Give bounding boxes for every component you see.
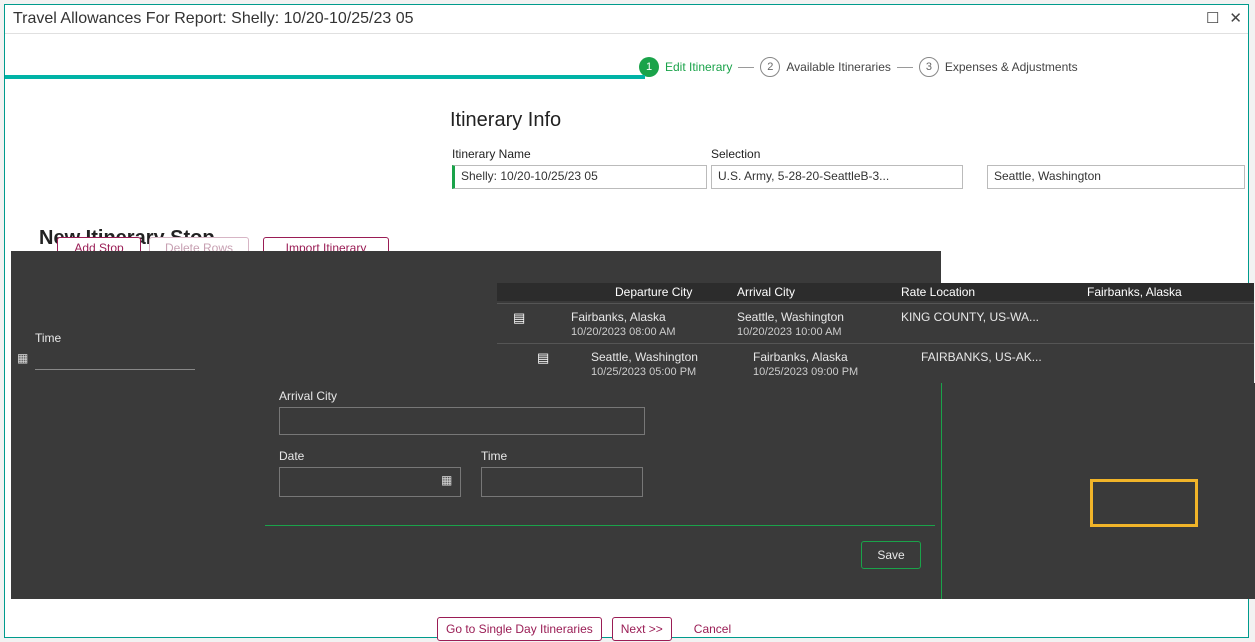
document-icon[interactable]: ▤ (537, 350, 549, 366)
arrival-cell: Fairbanks, Alaska 10/25/2023 09:00 PM (753, 350, 859, 378)
arrival-time-input[interactable] (481, 467, 643, 497)
header-divider (5, 75, 645, 79)
itinerary-name-label: Itinerary Name (452, 147, 531, 161)
calendar-icon[interactable]: ▦ (441, 473, 452, 487)
departure-cell: Fairbanks, Alaska 10/20/2023 08:00 AM (571, 310, 676, 338)
calendar-icon[interactable]: ▦ (17, 351, 28, 365)
wizard-steps: 1 Edit Itinerary 2 Available Itineraries… (639, 57, 1078, 77)
date-input[interactable] (279, 467, 461, 497)
arrival-cell: Seattle, Washington 10/20/2023 10:00 AM (737, 310, 844, 338)
wizard-step-expenses-adjustments[interactable]: 3 Expenses & Adjustments (918, 57, 1078, 77)
step-label: Available Itineraries (786, 60, 891, 74)
header-departure-city[interactable]: Departure City (615, 285, 692, 299)
window-controls: ☐ ✕ (1206, 9, 1242, 27)
selection-label: Selection (711, 147, 761, 161)
step-number: 2 (760, 57, 781, 77)
selection-input[interactable]: U.S. Army, 5-28-20-SeattleB-3... (711, 165, 963, 189)
cancel-link[interactable]: Cancel (682, 622, 743, 636)
window-title: Travel Allowances For Report: Shelly: 10… (13, 10, 414, 27)
focus-highlight[interactable] (1090, 479, 1198, 527)
itinerary-name-input[interactable]: Shelly: 10/20-10/25/23 05 (452, 165, 707, 189)
step-connector (738, 66, 755, 68)
step-label: Edit Itinerary (665, 60, 733, 74)
maximize-icon[interactable]: ☐ (1206, 9, 1219, 27)
arrival-city-label: Arrival City (279, 389, 338, 403)
single-day-itineraries-button[interactable]: Go to Single Day Itineraries (437, 617, 602, 641)
departure-cell: Seattle, Washington 10/25/2023 05:00 PM (591, 350, 698, 378)
arrival-city-input[interactable] (279, 407, 645, 435)
step-number: 1 (639, 57, 659, 77)
details-panel (941, 383, 1255, 599)
table-row[interactable]: ▤ Seattle, Washington 10/25/2023 05:00 P… (497, 343, 1254, 380)
itinerary-info-title: Itinerary Info (450, 109, 562, 131)
footer-actions: Go to Single Day Itineraries Next >> Can… (437, 617, 743, 641)
rate-location-cell: FAIRBANKS, US-AK... (921, 350, 1042, 364)
time-input[interactable] (35, 347, 195, 370)
header-rate-location[interactable]: Rate Location (901, 285, 975, 299)
next-button[interactable]: Next >> (611, 617, 672, 641)
time-label: Time (35, 331, 62, 345)
table-header: Departure City Arrival City Rate Locatio… (497, 283, 1254, 301)
wizard-step-edit-itinerary[interactable]: 1 Edit Itinerary (639, 57, 732, 77)
rate-location-input[interactable]: Seattle, Washington (987, 165, 1245, 189)
itinerary-table: Departure City Arrival City Rate Locatio… (497, 283, 1254, 383)
title-bar: Travel Allowances For Report: Shelly: 10… (5, 5, 1248, 34)
wizard-step-available-itineraries[interactable]: 2 Available Itineraries (760, 57, 891, 77)
save-button[interactable]: Save (861, 541, 921, 569)
date-label: Date (279, 449, 305, 463)
table-row[interactable]: ▤ Fairbanks, Alaska 10/20/2023 08:00 AM … (497, 303, 1254, 340)
travel-allowance-dialog: Travel Allowances For Report: Shelly: 10… (4, 4, 1255, 641)
header-arrival-city[interactable]: Arrival City (737, 285, 795, 299)
step-label: Expenses & Adjustments (944, 60, 1078, 74)
close-icon[interactable]: ✕ (1229, 9, 1242, 27)
form-divider (265, 525, 935, 526)
step-number: 3 (918, 57, 939, 77)
rate-location-cell: KING COUNTY, US-WA... (901, 310, 1040, 324)
arrival-time-label: Time (481, 449, 508, 463)
document-icon[interactable]: ▤ (513, 310, 525, 326)
header-right-value: Fairbanks, Alaska (1087, 285, 1182, 299)
step-connector (896, 66, 913, 68)
